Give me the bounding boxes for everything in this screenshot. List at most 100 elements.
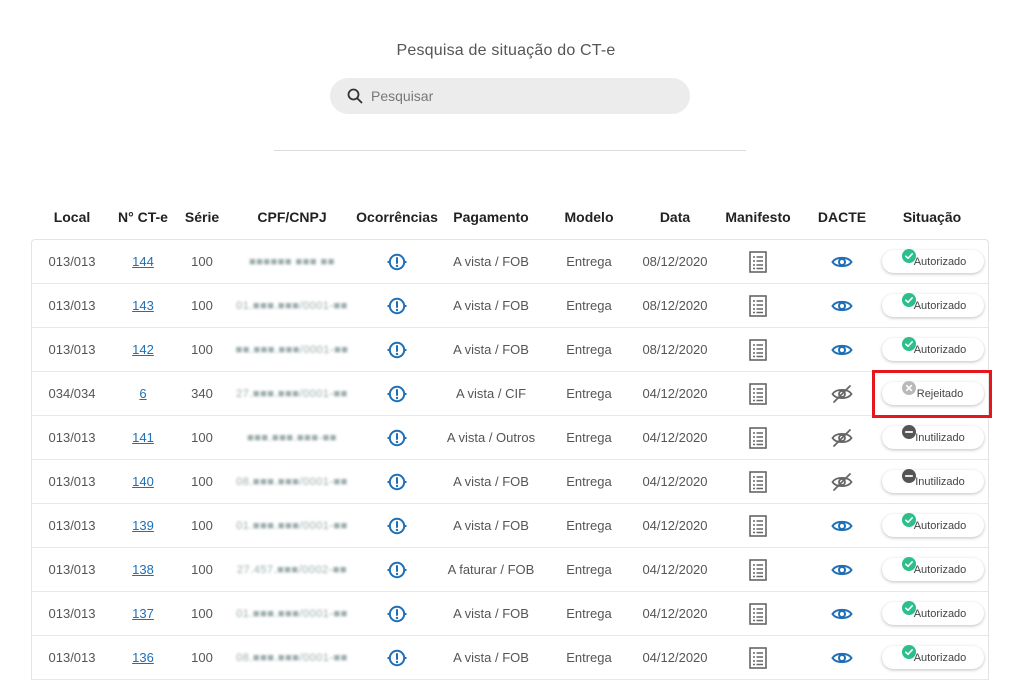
cte-number-link[interactable]: 139 (132, 518, 154, 533)
cell-cpf-cnpj: ■■■.■■■.■■■-■■ (232, 416, 352, 459)
table-header: Local N° CT-e Série CPF/CNPJ Ocorrências… (32, 209, 988, 229)
cell-cpf-cnpj: 01.■■■.■■■/0001-■■ (232, 504, 352, 547)
cell-numero: 137 (112, 592, 174, 635)
cpf-cnpj-value: 08.■■■.■■■/0001-■■ (236, 475, 348, 488)
status-badge[interactable]: Autorizado (882, 557, 984, 581)
document-icon[interactable] (749, 426, 767, 449)
cte-number-link[interactable]: 143 (132, 298, 154, 313)
cell-text: 013/013 (48, 474, 96, 489)
cell-modelo: Entrega (552, 504, 626, 547)
table-row: 013/013 138 100 27.457.■■■/0002-■■ A faturar… (32, 548, 988, 592)
warning-circle-icon[interactable] (387, 296, 407, 316)
eye-icon[interactable] (831, 518, 853, 534)
document-icon[interactable] (749, 514, 767, 537)
cell-text: 08/12/2020 (642, 254, 708, 269)
document-icon[interactable] (749, 470, 767, 493)
warning-circle-icon[interactable] (387, 560, 407, 580)
eye-icon[interactable] (831, 562, 853, 578)
cell-manifesto (718, 504, 798, 547)
cell-serie: 100 (180, 592, 224, 635)
status-badge[interactable]: Autorizado (882, 513, 984, 537)
cte-number-link[interactable]: 140 (132, 474, 154, 489)
status-label: Autorizado (913, 519, 967, 532)
cell-text: Entrega (566, 254, 612, 269)
cell-text: 100 (191, 474, 213, 489)
table-row: 013/013 142 100 ■■.■■■.■■■/0001-■■ A vista /… (32, 328, 988, 372)
cte-number-link[interactable]: 138 (132, 562, 154, 577)
search-input[interactable] (369, 87, 673, 105)
cell-cpf-cnpj: 01.■■■.■■■/0001-■■ (232, 592, 352, 635)
eye-icon[interactable] (831, 254, 853, 270)
cell-ocorrencias (352, 460, 442, 503)
warning-circle-icon[interactable] (387, 384, 407, 404)
warning-circle-icon[interactable] (387, 604, 407, 624)
warning-circle-icon[interactable] (387, 428, 407, 448)
cell-text: 340 (191, 386, 213, 401)
column-header-manifesto: Manifesto (725, 209, 791, 225)
cte-number-link[interactable]: 6 (139, 386, 146, 401)
warning-circle-icon[interactable] (387, 648, 407, 668)
cell-dacte (808, 284, 876, 327)
eye-off-icon[interactable] (831, 384, 853, 404)
cell-text: Entrega (566, 518, 612, 533)
eye-icon[interactable] (831, 606, 853, 622)
cell-manifesto (718, 592, 798, 635)
cell-modelo: Entrega (552, 548, 626, 591)
cell-text: 013/013 (48, 650, 96, 665)
eye-icon[interactable] (831, 342, 853, 358)
cte-number-link[interactable]: 142 (132, 342, 154, 357)
document-icon[interactable] (749, 250, 767, 273)
column-header-situacao: Situação (902, 209, 962, 225)
cte-number-link[interactable]: 136 (132, 650, 154, 665)
cell-text: 100 (191, 342, 213, 357)
cell-data: 04/12/2020 (634, 504, 716, 547)
cell-text: 013/013 (48, 562, 96, 577)
cte-number-link[interactable]: 137 (132, 606, 154, 621)
document-icon[interactable] (749, 602, 767, 625)
eye-icon[interactable] (831, 650, 853, 666)
column-header-local: Local (53, 209, 91, 225)
table-row: 013/013 144 100 ■■■■■■ ■■■ ■■ A vista / FOB E… (32, 240, 988, 284)
cell-pagamento: A vista / FOB (442, 592, 540, 635)
page-title: Pesquisa de situação do CT-e (396, 42, 616, 59)
document-icon[interactable] (749, 646, 767, 669)
cell-text: 04/12/2020 (642, 518, 708, 533)
search-icon (347, 88, 363, 104)
status-badge[interactable]: Autorizado (882, 293, 984, 317)
status-badge[interactable]: Autorizado (882, 601, 984, 625)
cell-cpf-cnpj: ■■■■■■ ■■■ ■■ (232, 240, 352, 283)
document-icon[interactable] (749, 338, 767, 361)
cell-situacao: Inutilizado (880, 460, 986, 503)
table-row: 013/013 140 100 08.■■■.■■■/0001-■■ A vista /… (32, 460, 988, 504)
eye-icon[interactable] (831, 298, 853, 314)
status-badge[interactable]: Inutilizado (882, 425, 984, 449)
check-circle-icon (902, 645, 916, 662)
cell-ocorrencias (352, 636, 442, 679)
document-icon[interactable] (749, 382, 767, 405)
status-badge[interactable]: Autorizado (882, 337, 984, 361)
status-label: Inutilizado (915, 475, 965, 488)
cell-serie: 100 (180, 328, 224, 371)
cell-data: 08/12/2020 (634, 328, 716, 371)
status-badge[interactable]: Autorizado (882, 645, 984, 669)
warning-circle-icon[interactable] (387, 252, 407, 272)
cell-situacao: Autorizado (880, 504, 986, 547)
cell-local: 013/013 (42, 328, 102, 371)
status-badge[interactable]: Autorizado (882, 249, 984, 273)
cell-data: 04/12/2020 (634, 636, 716, 679)
cell-text: Entrega (566, 562, 612, 577)
document-icon[interactable] (749, 558, 767, 581)
cte-number-link[interactable]: 141 (132, 430, 154, 445)
status-badge[interactable]: Inutilizado (882, 469, 984, 493)
eye-off-icon[interactable] (831, 472, 853, 492)
search-bar[interactable] (330, 78, 690, 114)
document-icon[interactable] (749, 294, 767, 317)
eye-off-icon[interactable] (831, 428, 853, 448)
warning-circle-icon[interactable] (387, 340, 407, 360)
column-header-dacte: DACTE (817, 209, 867, 225)
cell-modelo: Entrega (552, 372, 626, 415)
cte-number-link[interactable]: 144 (132, 254, 154, 269)
warning-circle-icon[interactable] (387, 516, 407, 536)
cell-local: 013/013 (42, 548, 102, 591)
warning-circle-icon[interactable] (387, 472, 407, 492)
